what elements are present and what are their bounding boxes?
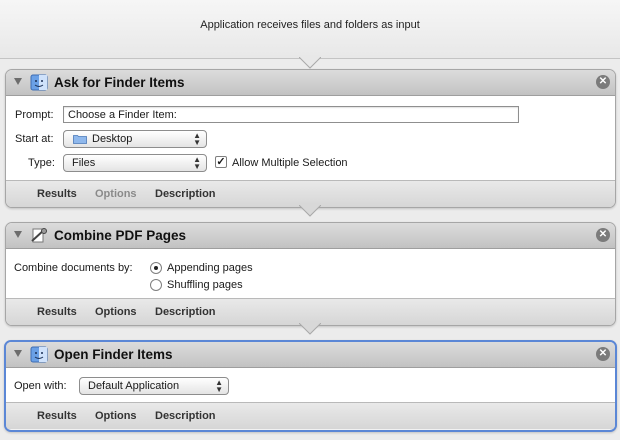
tab-options[interactable]: Options <box>95 410 137 422</box>
connector-notch <box>299 57 321 69</box>
action-titlebar[interactable]: Open Finder Items ✕ <box>6 342 615 368</box>
prompt-field[interactable]: Choose a Finder Item: <box>63 106 519 123</box>
disclosure-triangle-icon[interactable] <box>14 231 22 238</box>
action-combine-pdf-pages[interactable]: Combine PDF Pages ✕ Combine documents by… <box>5 222 616 326</box>
action-footer-tabs: Results Options Description <box>6 181 615 207</box>
tab-results[interactable]: Results <box>37 410 77 422</box>
appending-radio[interactable] <box>150 262 162 274</box>
action-titlebar[interactable]: Combine PDF Pages ✕ <box>6 223 615 249</box>
action-title: Open Finder Items <box>54 347 173 362</box>
disclosure-triangle-icon[interactable] <box>14 78 22 85</box>
tab-options[interactable]: Options <box>95 306 137 318</box>
action-footer-tabs: Results Options Description <box>6 299 615 325</box>
combine-label: Combine documents by: <box>14 262 133 274</box>
tab-description[interactable]: Description <box>155 306 216 318</box>
pdf-tools-icon <box>31 228 47 243</box>
start-at-popup[interactable]: Desktop ▲ ▼ <box>63 130 207 148</box>
action-open-finder-items[interactable]: Open Finder Items ✕ Open with: Default A… <box>4 340 617 432</box>
open-with-popup[interactable]: Default Application ▲ ▼ <box>79 377 229 395</box>
start-at-value: Desktop <box>92 133 133 145</box>
close-icon[interactable]: ✕ <box>596 75 610 89</box>
workflow-input-text: Application receives files and folders a… <box>200 19 420 31</box>
action-title: Combine PDF Pages <box>54 228 187 243</box>
action-ask-for-finder-items[interactable]: Ask for Finder Items ✕ Prompt: Choose a … <box>5 69 616 208</box>
action-body: Combine documents by: Appending pages Sh… <box>6 249 615 299</box>
finder-icon <box>30 74 48 91</box>
action-footer-tabs: Results Options Description <box>6 403 615 429</box>
type-label: Type: <box>28 157 55 169</box>
start-at-label: Start at: <box>15 133 54 145</box>
type-popup[interactable]: Files ▲ ▼ <box>63 154 207 172</box>
popup-arrows-icon: ▲ ▼ <box>193 155 201 171</box>
prompt-label: Prompt: <box>15 109 54 121</box>
folder-icon <box>73 135 87 144</box>
tab-results[interactable]: Results <box>37 306 77 318</box>
connector-notch <box>299 205 321 217</box>
disclosure-triangle-icon[interactable] <box>14 350 22 357</box>
open-with-value: Default Application <box>88 380 180 392</box>
action-body: Open with: Default Application ▲ ▼ <box>6 368 615 403</box>
allow-multiple-checkbox[interactable]: ✓ <box>215 156 227 168</box>
workflow-input-header: Application receives files and folders a… <box>0 0 620 59</box>
tab-description[interactable]: Description <box>155 188 216 200</box>
close-icon[interactable]: ✕ <box>596 228 610 242</box>
allow-multiple-label: Allow Multiple Selection <box>232 157 348 169</box>
tab-options[interactable]: Options <box>95 188 137 200</box>
open-with-label: Open with: <box>14 380 67 392</box>
appending-label: Appending pages <box>167 262 253 274</box>
popup-arrows-icon: ▲ ▼ <box>193 131 201 147</box>
shuffling-label: Shuffling pages <box>167 279 243 291</box>
finder-icon <box>30 346 48 363</box>
shuffling-radio[interactable] <box>150 279 162 291</box>
popup-arrows-icon: ▲ ▼ <box>215 378 223 394</box>
action-titlebar[interactable]: Ask for Finder Items ✕ <box>6 70 615 96</box>
tab-description[interactable]: Description <box>155 410 216 422</box>
action-title: Ask for Finder Items <box>54 75 185 90</box>
action-body: Prompt: Choose a Finder Item: Start at: … <box>6 96 615 181</box>
connector-notch <box>299 323 321 335</box>
close-icon[interactable]: ✕ <box>596 347 610 361</box>
tab-results[interactable]: Results <box>37 188 77 200</box>
type-value: Files <box>72 157 96 169</box>
